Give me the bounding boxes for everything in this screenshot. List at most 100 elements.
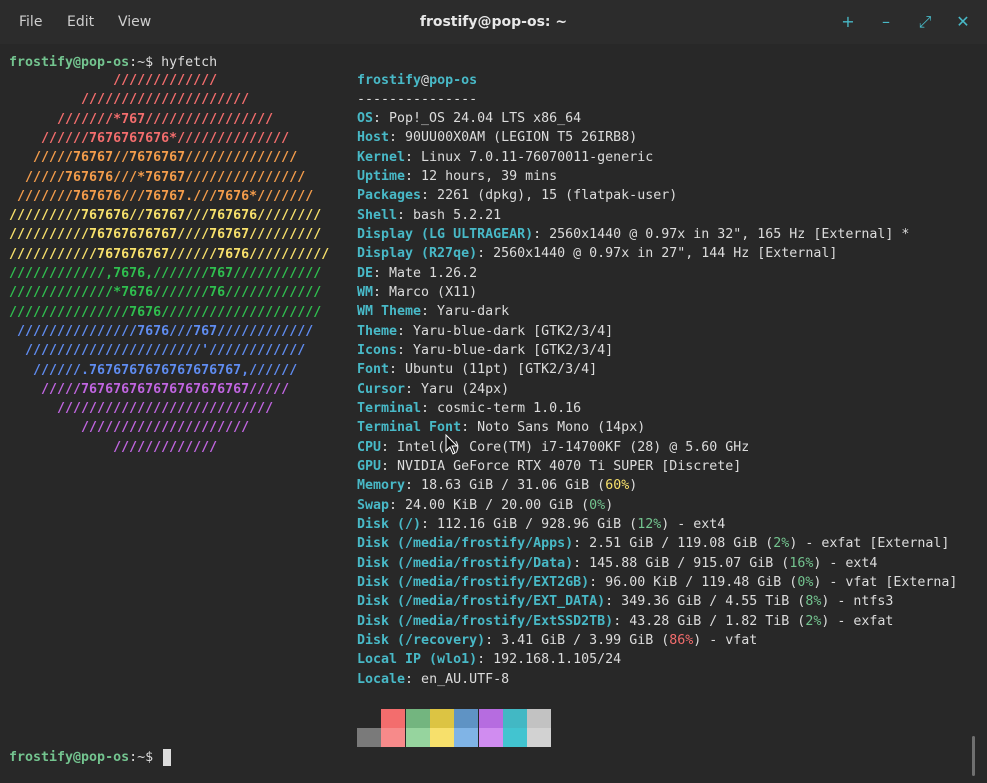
menu-edit[interactable]: Edit — [67, 14, 94, 30]
info-value: : cosmic-term 1.0.16 — [421, 400, 582, 416]
info-key: Font — [357, 362, 390, 378]
info-row: OS: Pop!_OS 24.04 LTS x86_64 — [357, 111, 581, 126]
info-key: Swap — [357, 497, 390, 513]
menu-file[interactable]: File — [19, 14, 42, 30]
info-at: @ — [421, 73, 430, 88]
info-user: frostify — [357, 73, 422, 88]
info-row: Disk (/media/frostify/EXT2GB): 96.00 KiB… — [357, 575, 957, 590]
prompt-user: frostify@pop-os — [9, 55, 130, 70]
info-suffix: ) - exfat — [821, 613, 894, 629]
new-tab-icon[interactable]: + — [836, 10, 860, 34]
logo-line: ///////////767676767//////7676////////// — [9, 246, 330, 262]
info-header: frostify@pop-os — [357, 73, 477, 88]
color-swatch — [405, 728, 430, 747]
info-row: Uptime: 12 hours, 39 mins — [357, 169, 557, 184]
info-row: Disk (/media/frostify/EXT_DATA): 349.36 … — [357, 594, 893, 609]
logo-line: ///////////////////// — [9, 420, 250, 436]
logo-line: ///////////////7676//////////////////// — [9, 304, 322, 320]
info-key: Terminal — [357, 400, 422, 416]
info-percent: 12% — [637, 516, 662, 532]
info-value: : 18.63 GiB / 31.06 GiB ( — [405, 478, 606, 494]
color-swatch — [502, 728, 527, 747]
info-key: DE — [357, 265, 374, 281]
info-percent: 2% — [805, 613, 822, 629]
mouse-pointer-icon — [445, 434, 459, 455]
info-value: : Mate 1.26.2 — [373, 265, 478, 281]
info-row: CPU: Intel(R) Core(TM) i7-14700KF (28) @… — [357, 440, 749, 455]
info-row: Locale: en_AU.UTF-8 — [357, 672, 509, 687]
info-key: Kernel — [357, 149, 406, 165]
info-key: Disk (/media/frostify/EXT2GB) — [357, 574, 590, 590]
info-row: Theme: Yaru-blue-dark [GTK2/3/4] — [357, 324, 613, 339]
command-line-active[interactable]: frostify@pop-os:~$ — [9, 748, 161, 767]
info-row: Packages: 2261 (dpkg), 15 (flatpak-user) — [357, 188, 677, 203]
color-swatch — [357, 709, 381, 728]
info-value: : bash 5.2.21 — [397, 207, 502, 223]
info-value: : 12 hours, 39 mins — [405, 168, 558, 184]
command-text: hyfetch — [161, 55, 218, 70]
info-row: Memory: 18.63 GiB / 31.06 GiB (60%) — [357, 478, 637, 493]
info-percent: 0% — [797, 574, 814, 590]
info-percent: 60% — [605, 478, 630, 494]
color-swatch — [502, 709, 527, 728]
info-value: : 24.00 KiB / 20.00 GiB ( — [389, 497, 590, 513]
info-row: Swap: 24.00 KiB / 20.00 GiB (0%) — [357, 498, 613, 513]
info-key: OS — [357, 111, 374, 126]
prompt-dollar: $ — [145, 55, 162, 70]
logo-line: ////////////,7676,///////767/////////// — [9, 266, 322, 281]
color-swatch — [527, 728, 552, 747]
info-value: : Yaru-blue-dark [GTK2/3/4] — [397, 323, 614, 339]
info-key: Memory — [357, 478, 406, 494]
info-row: Local IP (wlo1): 192.168.1.105/24 — [357, 652, 621, 667]
color-swatch — [357, 728, 381, 747]
maximize-icon[interactable]: ⤢ — [913, 10, 937, 34]
info-row: Disk (/recovery): 3.41 GiB / 3.99 GiB (8… — [357, 633, 757, 648]
info-value: : Yaru (24px) — [405, 381, 510, 397]
info-suffix: ) - vfat [Externa] — [813, 574, 958, 590]
logo-line: /////767676767676767676767///// — [9, 381, 290, 397]
info-value: : 96.00 KiB / 119.48 GiB ( — [589, 574, 798, 590]
info-suffix: ) — [629, 478, 638, 494]
logo-line: ///////////// — [9, 439, 218, 455]
info-percent: 2% — [773, 536, 790, 552]
color-swatch — [405, 709, 430, 728]
info-key: Locale — [357, 671, 406, 687]
info-suffix: ) - ext4 — [813, 555, 878, 571]
info-value: : 90UU00X0AM (LEGION T5 26IRB8) — [389, 130, 638, 146]
info-value: : Yaru-dark — [421, 304, 510, 320]
text-cursor — [163, 749, 171, 766]
color-swatch — [381, 709, 406, 728]
color-swatch — [381, 728, 406, 747]
info-value: : 349.36 GiB / 4.55 TiB ( — [605, 594, 806, 610]
info-key: Icons — [357, 342, 398, 358]
info-suffix: ) - exfat [External] — [789, 536, 950, 552]
logo-line: ///////////////7676///767//////////// — [9, 323, 314, 339]
prompt-path: ~ — [137, 55, 146, 70]
info-value: : 3.41 GiB / 3.99 GiB ( — [485, 632, 670, 648]
menu-view[interactable]: View — [118, 14, 151, 30]
logo-line: /////767676///*76767/////////////// — [9, 169, 306, 185]
info-row: Terminal: cosmic-term 1.0.16 — [357, 401, 581, 416]
color-swatch — [454, 709, 479, 728]
color-swatch — [478, 709, 503, 728]
close-icon[interactable]: ✕ — [951, 10, 975, 34]
info-host: pop-os — [429, 73, 478, 88]
info-value: : Pop!_OS 24.04 LTS x86_64 — [373, 111, 582, 126]
info-value: : 43.28 GiB / 1.82 TiB ( — [613, 613, 806, 629]
color-swatch — [454, 728, 479, 747]
info-key: GPU — [357, 458, 382, 474]
logo-line: ///////767676///76767.///7676*/////// — [9, 188, 314, 204]
info-key: Disk (/) — [357, 516, 422, 532]
info-key: Disk (/media/frostify/ExtSSD2TB) — [357, 613, 614, 629]
logo-line: ///////////////////// — [9, 92, 250, 108]
prompt-dollar: $ — [145, 750, 162, 765]
logo-line: //////////////////////'//////////// — [9, 343, 306, 359]
info-row: Font: Ubuntu (11pt) [GTK2/3/4] — [357, 362, 597, 377]
info-row: Shell: bash 5.2.21 — [357, 208, 501, 223]
info-percent: 86% — [669, 632, 694, 648]
minimize-icon[interactable]: – — [874, 10, 898, 34]
scrollbar[interactable] — [972, 736, 975, 776]
info-value: : Linux 7.0.11-76070011-generic — [405, 149, 654, 165]
info-value: : 2.51 GiB / 119.08 GiB ( — [573, 536, 774, 552]
color-swatch — [429, 709, 454, 728]
